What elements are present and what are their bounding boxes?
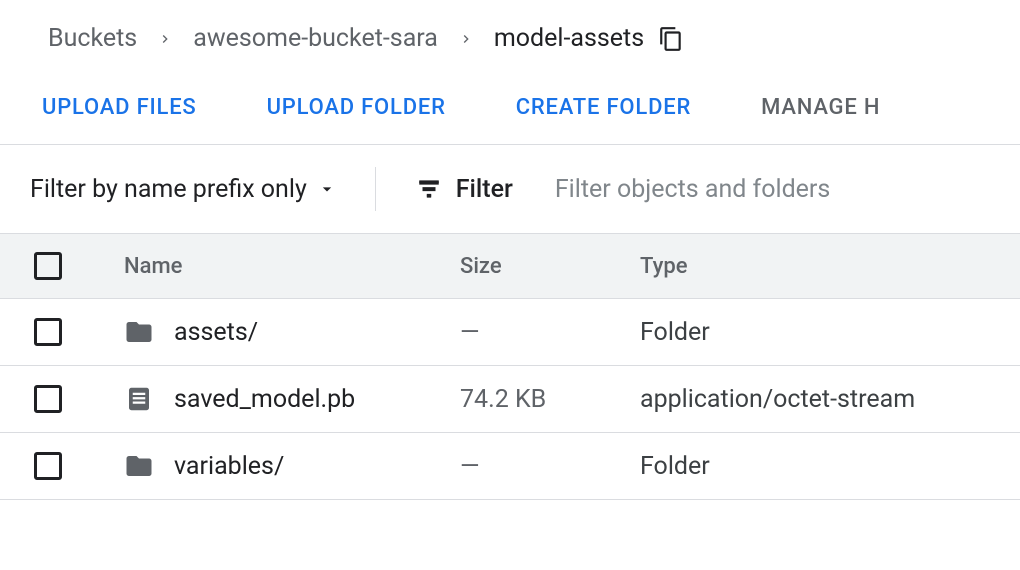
copy-icon[interactable] bbox=[658, 26, 684, 52]
filter-label: Filter bbox=[456, 175, 513, 204]
column-header-type[interactable]: Type bbox=[640, 254, 1020, 279]
table-row: assets/ —Folder bbox=[0, 299, 1020, 366]
row-type: Folder bbox=[640, 452, 1020, 481]
create-folder-button[interactable]: CREATE FOLDER bbox=[516, 95, 691, 120]
upload-folder-button[interactable]: UPLOAD FOLDER bbox=[267, 95, 446, 120]
row-size: — bbox=[460, 318, 640, 347]
folder-icon bbox=[124, 317, 154, 347]
filter-input[interactable] bbox=[555, 175, 975, 204]
file-icon bbox=[124, 384, 154, 414]
filter-prefix-label: Filter by name prefix only bbox=[30, 175, 307, 204]
column-header-name[interactable]: Name bbox=[124, 254, 460, 279]
manage-holds-button[interactable]: MANAGE H bbox=[761, 95, 880, 120]
breadcrumb-item-bucket[interactable]: awesome-bucket-sara bbox=[193, 24, 438, 53]
row-size: — bbox=[460, 452, 640, 481]
filter-bar: Filter by name prefix only Filter bbox=[0, 145, 1020, 234]
row-name-link[interactable]: assets/ bbox=[174, 318, 258, 347]
row-checkbox[interactable] bbox=[34, 452, 62, 480]
breadcrumb-item-current: model-assets bbox=[494, 24, 644, 53]
breadcrumb-item-buckets[interactable]: Buckets bbox=[48, 24, 137, 53]
table-header: Name Size Type bbox=[0, 234, 1020, 299]
row-checkbox[interactable] bbox=[34, 385, 62, 413]
row-name-link[interactable]: saved_model.pb bbox=[174, 385, 355, 414]
filter-group: Filter bbox=[376, 175, 975, 204]
row-checkbox[interactable] bbox=[34, 318, 62, 346]
filter-list-icon bbox=[416, 176, 442, 202]
table-row: variables/ —Folder bbox=[0, 433, 1020, 500]
row-name-link[interactable]: variables/ bbox=[174, 452, 284, 481]
chevron-right-icon bbox=[458, 31, 474, 47]
action-bar: UPLOAD FILES UPLOAD FOLDER CREATE FOLDER… bbox=[0, 81, 1020, 145]
upload-files-button[interactable]: UPLOAD FILES bbox=[42, 95, 197, 120]
row-type: application/octet-stream bbox=[640, 385, 1020, 414]
filter-prefix-dropdown[interactable]: Filter by name prefix only bbox=[30, 175, 375, 204]
chevron-right-icon bbox=[157, 31, 173, 47]
breadcrumb: Buckets awesome-bucket-sara model-assets bbox=[0, 12, 1020, 81]
folder-icon bbox=[124, 451, 154, 481]
select-all-checkbox[interactable] bbox=[34, 252, 62, 280]
caret-down-icon bbox=[317, 179, 337, 199]
row-type: Folder bbox=[640, 318, 1020, 347]
row-size: 74.2 KB bbox=[460, 385, 640, 414]
table-row: saved_model.pb 74.2 KBapplication/octet-s… bbox=[0, 366, 1020, 433]
column-header-size[interactable]: Size bbox=[460, 254, 640, 279]
